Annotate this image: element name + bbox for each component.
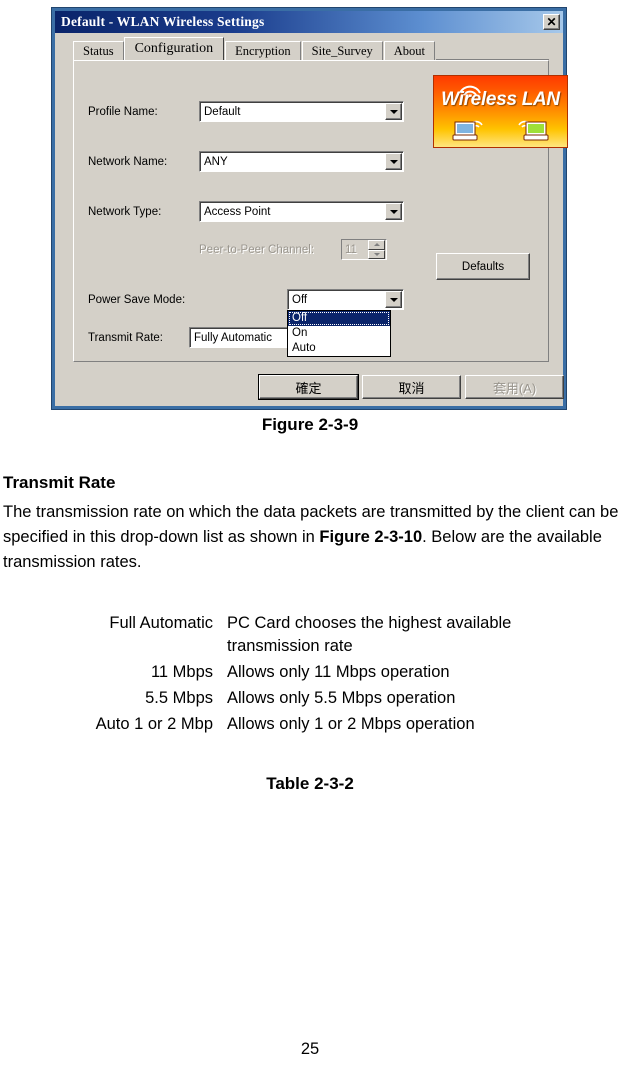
- power-save-mode-value: Off: [292, 293, 308, 306]
- rate-term: Full Automatic: [109, 614, 213, 632]
- profile-name-label: Profile Name:: [88, 106, 158, 118]
- chevron-down-icon[interactable]: [385, 203, 402, 220]
- paragraph-figure-reference: Figure 2-3-10: [319, 528, 423, 546]
- network-type-label: Network Type:: [88, 206, 162, 218]
- wireless-lan-logo: Wireless LAN: [433, 75, 568, 148]
- spinner-buttons: [368, 240, 385, 259]
- tab-filler: [436, 40, 549, 60]
- peer-to-peer-channel-spinner: 11: [341, 239, 387, 260]
- rate-description: Allows only 5.5 Mbps operation: [227, 689, 456, 707]
- rate-description: Allows only 1 or 2 Mbps operation: [227, 715, 475, 733]
- paragraph-text-part2: . Below are the available transmission r…: [3, 528, 602, 571]
- chevron-down-icon[interactable]: [385, 291, 402, 308]
- peer-to-peer-channel-value: 11: [345, 243, 357, 256]
- dialog-body: Default - WLAN Wireless Settings ✕ Statu…: [55, 11, 568, 406]
- laptop-green-icon: [518, 120, 549, 141]
- logo-text: Wireless LAN: [441, 89, 560, 110]
- spinner-down-icon: [368, 249, 385, 259]
- tab-site-survey[interactable]: Site_Survey: [301, 41, 383, 60]
- cancel-button[interactable]: 取消: [362, 375, 461, 399]
- table-row: Full Automatic PC Card chooses the highe…: [30, 612, 590, 661]
- profile-name-value: Default: [204, 105, 241, 118]
- network-name-combo[interactable]: ANY: [199, 151, 404, 172]
- apply-button: 套用(A): [465, 375, 564, 399]
- page-number: 25: [300, 1040, 320, 1058]
- rate-term: 5.5 Mbps: [145, 689, 213, 707]
- tab-status[interactable]: Status: [73, 41, 124, 60]
- tab-configuration[interactable]: Configuration: [123, 37, 225, 60]
- table-row: 11 Mbps Allows only 11 Mbps operation: [30, 661, 590, 687]
- transmit-rate-combo[interactable]: Fully Automatic: [189, 327, 289, 348]
- tab-about[interactable]: About: [383, 41, 436, 60]
- rate-description: PC Card chooses the highest available tr…: [227, 614, 512, 655]
- dropdown-option-auto[interactable]: Auto: [288, 341, 390, 356]
- figure-caption: Figure 2-3-9: [261, 415, 359, 434]
- network-type-value: Access Point: [204, 205, 271, 218]
- rate-term: 11 Mbps: [150, 663, 213, 681]
- defaults-button[interactable]: Defaults: [436, 253, 530, 280]
- rate-term: Auto 1 or 2 Mbp: [95, 715, 213, 733]
- close-icon[interactable]: ✕: [543, 14, 560, 30]
- chevron-down-icon[interactable]: [385, 153, 402, 170]
- ok-button[interactable]: 確定: [258, 374, 359, 400]
- transmission-rates-table: Full Automatic PC Card chooses the highe…: [30, 612, 590, 739]
- profile-name-combo[interactable]: Default: [199, 101, 404, 122]
- network-type-combo[interactable]: Access Point: [199, 201, 404, 222]
- table-row: 5.5 Mbps Allows only 5.5 Mbps operation: [30, 687, 590, 713]
- power-save-mode-label: Power Save Mode:: [88, 294, 186, 306]
- rate-description: Allows only 11 Mbps operation: [227, 663, 450, 681]
- dropdown-option-off[interactable]: Off: [288, 311, 390, 326]
- dialog-frame: Default - WLAN Wireless Settings ✕ Statu…: [51, 7, 568, 410]
- tab-bar: Status Configuration Encryption Site_Sur…: [73, 37, 549, 60]
- wlan-settings-dialog-figure: Default - WLAN Wireless Settings ✕ Statu…: [51, 7, 568, 410]
- peer-to-peer-channel-label: Peer-to-Peer Channel:: [199, 244, 315, 256]
- laptop-blue-icon: [452, 120, 483, 141]
- section-heading: Transmit Rate: [3, 473, 116, 492]
- dropdown-option-on[interactable]: On: [288, 326, 390, 341]
- dialog-titlebar[interactable]: Default - WLAN Wireless Settings ✕: [55, 11, 563, 33]
- transmit-rate-value: Fully Automatic: [194, 331, 272, 344]
- transmit-rate-label: Transmit Rate:: [88, 332, 163, 344]
- table-caption: Table 2-3-2: [266, 774, 354, 793]
- chevron-down-icon[interactable]: [385, 103, 402, 120]
- network-name-label: Network Name:: [88, 156, 168, 168]
- power-save-mode-combo[interactable]: Off: [287, 289, 404, 310]
- power-save-mode-dropdown-list[interactable]: Off On Auto: [287, 310, 391, 357]
- body-paragraph: The transmission rate on which the data …: [3, 500, 619, 575]
- tab-encryption[interactable]: Encryption: [225, 41, 301, 60]
- table-row: Auto 1 or 2 Mbp Allows only 1 or 2 Mbps …: [30, 713, 590, 739]
- dialog-title: Default - WLAN Wireless Settings: [61, 14, 265, 29]
- network-name-value: ANY: [204, 155, 228, 168]
- configuration-panel: Wireless LAN Profile Name: Default Netwo…: [73, 60, 568, 362]
- paragraph-text-part1: The transmission rate on which the data …: [3, 503, 619, 546]
- spinner-up-icon: [368, 240, 385, 250]
